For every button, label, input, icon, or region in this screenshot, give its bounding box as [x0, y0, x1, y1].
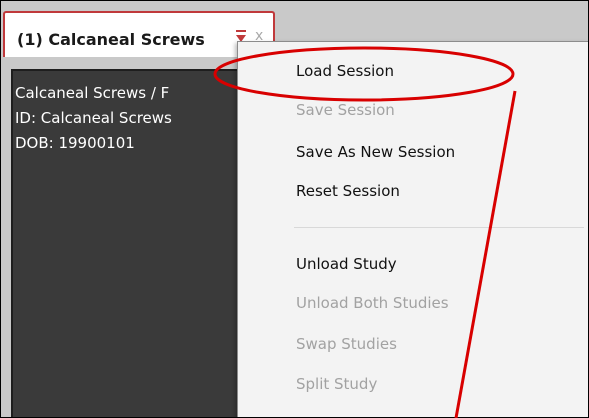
patient-dob: DOB: 19900101: [15, 134, 135, 152]
menu-item-unload-study[interactable]: Unload Study: [296, 255, 397, 273]
session-context-menu: Load Session Save Session Save As New Se…: [237, 41, 588, 417]
patient-id: ID: Calcaneal Screws: [15, 109, 172, 127]
menu-item-save-as-new-session[interactable]: Save As New Session: [296, 143, 455, 161]
patient-name-sex: Calcaneal Screws / F: [15, 84, 170, 102]
screenshot-root: (1) Calcaneal Screws x Calcaneal Screws …: [0, 0, 589, 418]
tab-calcaneal-screws[interactable]: (1) Calcaneal Screws x: [3, 11, 275, 57]
patient-info-overlay: Calcaneal Screws / F ID: Calcaneal Screw…: [15, 81, 172, 156]
menu-item-swap-studies: Swap Studies: [296, 335, 397, 353]
menu-item-reset-session[interactable]: Reset Session: [296, 182, 400, 200]
menu-item-load-session[interactable]: Load Session: [296, 62, 394, 80]
tab-title: (1) Calcaneal Screws: [17, 30, 205, 49]
menu-separator: [294, 227, 584, 228]
menu-item-unload-both-studies: Unload Both Studies: [296, 294, 449, 312]
window-frame: (1) Calcaneal Screws x Calcaneal Screws …: [0, 0, 589, 418]
menu-item-split-study: Split Study: [296, 375, 378, 393]
menu-item-save-session: Save Session: [296, 101, 395, 119]
